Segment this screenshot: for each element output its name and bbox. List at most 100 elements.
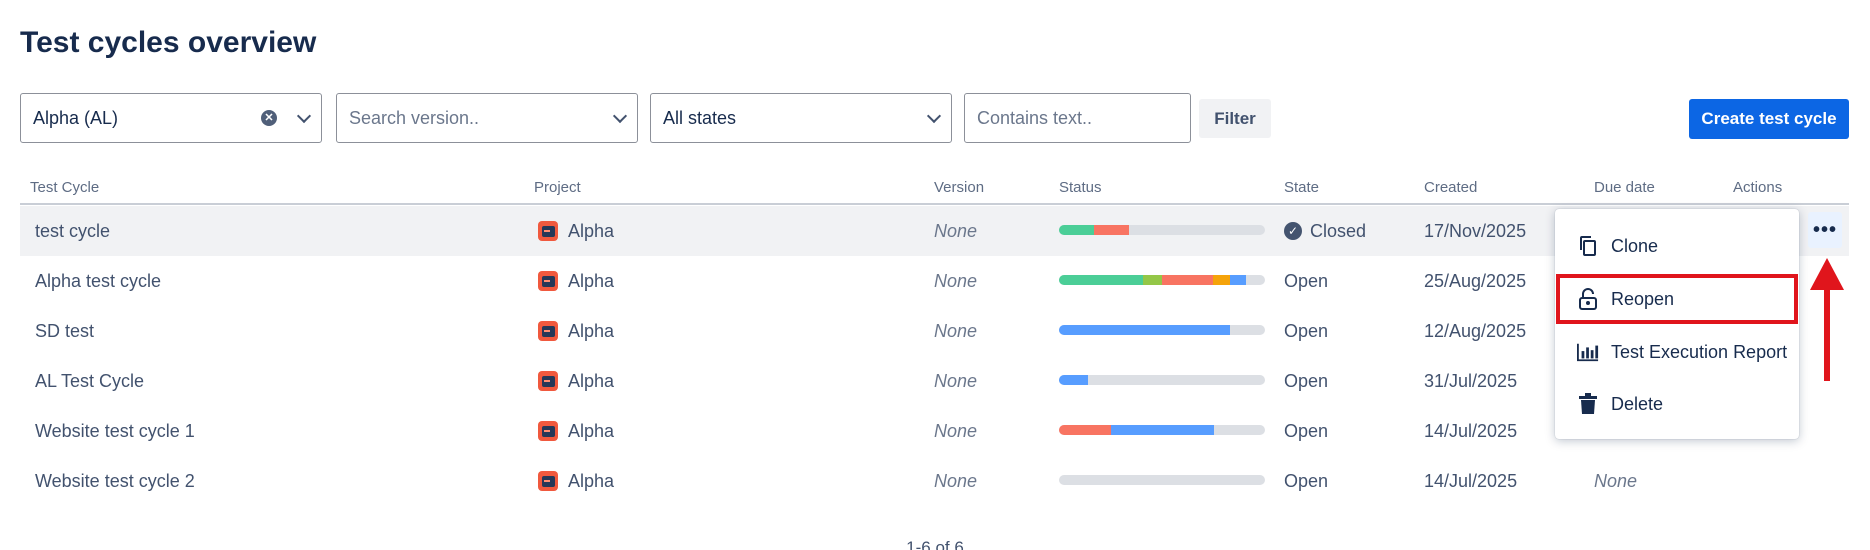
project-name: Alpha [568,320,615,341]
project-cell: Alpha [538,206,614,256]
project-cell: Alpha [538,356,614,406]
project-select-value: Alpha (AL) [33,107,119,128]
created-cell: 31/Jul/2025 [1424,370,1518,391]
status-progress-bar [1059,325,1265,335]
created-cell: 12/Aug/2025 [1424,320,1527,341]
test-cycle-name[interactable]: AL Test Cycle [35,356,144,406]
col-header-project: Project [534,179,581,196]
state-cell: Open [1284,370,1329,391]
project-icon [538,271,558,291]
col-header-created: Created [1424,179,1478,196]
check-circle-icon: ✓ [1284,222,1302,240]
trash-icon [1577,393,1599,415]
status-segment [1094,225,1130,235]
status-progress-bar [1059,475,1265,485]
test-cycle-name[interactable]: Website test cycle 2 [35,456,195,506]
state-cell: ✓ Closed [1284,206,1366,256]
version-cell: None [934,320,978,341]
clear-icon[interactable]: ✕ [261,110,277,126]
created-cell: 17/Nov/2025 [1424,220,1527,241]
clone-icon [1577,235,1599,257]
status-segment [1110,425,1214,435]
state-label: Closed [1310,220,1367,241]
project-icon [538,221,558,241]
project-name: Alpha [568,270,615,291]
status-segment [1213,275,1230,285]
test-cycle-name[interactable]: SD test [35,306,94,356]
project-icon [538,371,558,391]
status-segment [1229,275,1247,285]
created-cell: 25/Aug/2025 [1424,270,1527,291]
created-cell: 14/Jul/2025 [1424,420,1518,441]
menu-item-test-execution-report[interactable]: Test Execution Report [1555,327,1799,377]
table-row[interactable]: Website test cycle 2 Alpha None Open 14/… [20,456,1849,506]
project-cell: Alpha [538,456,614,506]
status-segment [1059,325,1230,335]
col-header-status: Status [1059,179,1102,196]
more-actions-button[interactable]: ••• [1808,212,1842,248]
project-icon [538,321,558,341]
state-select-value: All states [663,107,737,128]
state-cell: Open [1284,420,1329,441]
status-progress-bar [1059,225,1265,235]
state-cell: Open [1284,270,1329,291]
state-cell: Open [1284,470,1329,491]
test-cycle-name[interactable]: Alpha test cycle [35,256,161,306]
version-search-select[interactable]: Search version.. [336,93,638,143]
project-name: Alpha [568,420,615,441]
status-segment [1059,275,1144,285]
chevron-down-icon [926,108,942,123]
project-name: Alpha [568,220,615,241]
page-title: Test cycles overview [20,26,317,59]
created-cell: 14/Jul/2025 [1424,470,1518,491]
reopen-highlight-box [1556,274,1798,324]
col-header-version: Version [934,179,985,196]
text-filter-placeholder: Contains text.. [977,107,1093,128]
col-header-actions: Actions [1733,179,1783,196]
project-name: Alpha [568,470,615,491]
actions-dropdown-menu: Clone Reopen Test Execution Report Delet… [1555,209,1799,439]
chevron-down-icon [612,108,628,123]
menu-item-label: Test Execution Report [1611,341,1788,362]
pagination-info: 1-6 of 6 [906,538,964,550]
col-header-state: State [1284,179,1320,196]
status-segment [1143,275,1162,285]
version-cell: None [934,220,978,241]
project-select[interactable]: Alpha (AL) ✕ [20,93,322,143]
project-cell: Alpha [538,406,614,456]
menu-item-label: Clone [1611,235,1659,256]
project-cell: Alpha [538,306,614,356]
status-segment [1059,375,1088,385]
create-test-cycle-button[interactable]: Create test cycle [1689,99,1849,139]
status-progress-bar [1059,275,1265,285]
menu-item-delete[interactable]: Delete [1555,379,1799,429]
version-cell: None [934,470,978,491]
menu-item-label: Delete [1611,393,1664,414]
version-cell: None [934,420,978,441]
project-icon [538,421,558,441]
state-select[interactable]: All states [650,93,952,143]
status-progress-bar [1059,375,1265,385]
col-header-test-cycle: Test Cycle [30,179,100,196]
col-header-due-date: Due date [1594,179,1655,196]
bar-chart-icon [1577,341,1599,363]
project-icon [538,471,558,491]
project-name: Alpha [568,370,615,391]
test-cycle-name[interactable]: Website test cycle 1 [35,406,195,456]
chevron-down-icon [296,108,312,123]
filter-button[interactable]: Filter [1199,99,1271,138]
status-segment [1059,225,1095,235]
status-segment [1161,275,1214,285]
version-search-placeholder: Search version.. [349,107,480,128]
status-progress-bar [1059,425,1265,435]
version-cell: None [934,370,978,391]
annotation-arrow-shaft [1824,285,1830,381]
state-cell: Open [1284,320,1329,341]
table-header-divider [20,203,1849,205]
test-cycle-name[interactable]: test cycle [35,206,110,256]
version-cell: None [934,270,978,291]
menu-item-clone[interactable]: Clone [1555,221,1799,271]
status-segment [1059,425,1111,435]
text-filter-input[interactable]: Contains text.. [964,93,1191,143]
project-cell: Alpha [538,256,614,306]
